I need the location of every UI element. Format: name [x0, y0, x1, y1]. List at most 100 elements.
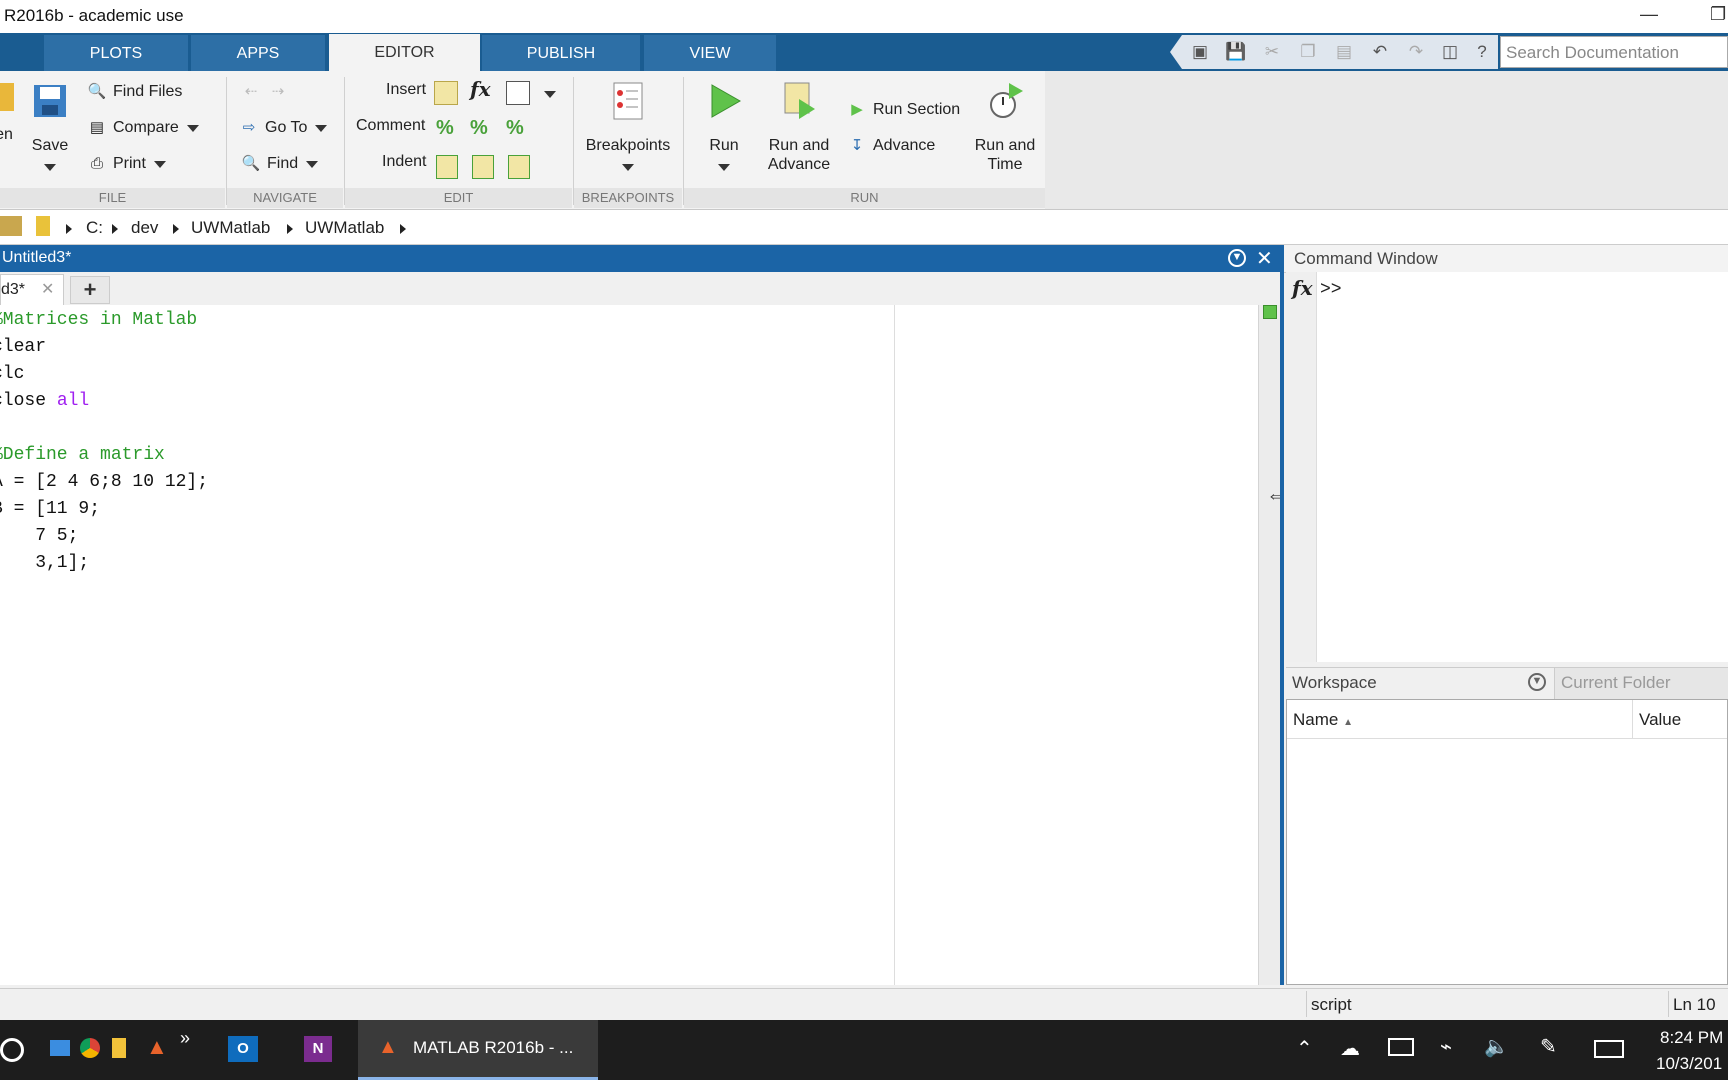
wrap-comment-icon[interactable]: % [506, 117, 524, 140]
insert-function-icon[interactable] [506, 81, 530, 105]
restore-icon[interactable]: ❐ [1710, 4, 1726, 25]
file-explorer-icon[interactable] [112, 1038, 126, 1058]
taskbar-matlab-item[interactable]: ▲ MATLAB R2016b - ... [358, 1020, 598, 1080]
minimize-icon[interactable]: — [1640, 4, 1658, 25]
chevron-down-icon[interactable] [718, 164, 730, 172]
cut-icon[interactable]: ✂ [1258, 38, 1286, 66]
code-editor[interactable]: %Matrices in Matlab clear clc close all %Def… [0, 305, 1258, 985]
chevron-down-icon[interactable] [306, 160, 319, 168]
run-section-button[interactable]: ▶ Run Section [846, 99, 960, 121]
window-layout-icon[interactable]: ◫ [1436, 38, 1464, 66]
desktop-icon[interactable] [50, 1040, 70, 1056]
column-header-name[interactable]: Name ▲ [1293, 710, 1353, 730]
current-folder-tab[interactable]: Current Folder [1554, 668, 1728, 699]
breadcrumb-item[interactable]: dev [131, 218, 158, 238]
insert-button[interactable]: Insert [386, 81, 426, 99]
run-button[interactable]: Run [694, 81, 754, 174]
search-documentation-input[interactable]: Search Documentation [1500, 36, 1728, 68]
back-arrow-icon[interactable]: ⇠ [240, 81, 262, 103]
smart-indent-icon[interactable] [436, 155, 458, 179]
advance-button[interactable]: ↧ Advance [846, 135, 936, 157]
matlab-pinned-icon[interactable]: ▲ [146, 1034, 168, 1060]
open-button[interactable]: en [0, 83, 16, 144]
tab-view[interactable]: VIEW [644, 35, 776, 71]
add-tab-button[interactable]: + [70, 276, 110, 304]
clock-date[interactable]: 10/3/201 [1656, 1054, 1722, 1074]
onenote-icon[interactable]: N [304, 1036, 332, 1062]
compare-button[interactable]: ▤ Compare [86, 117, 199, 139]
command-window[interactable] [1286, 272, 1728, 662]
volume-icon[interactable]: 🔈 [1484, 1034, 1509, 1059]
redo-icon[interactable]: ↷ [1402, 38, 1430, 66]
copy-icon[interactable]: ❐ [1294, 38, 1322, 66]
close-icon[interactable]: ✕ [1256, 246, 1273, 271]
editor-tab[interactable]: d3* ✕ [0, 274, 64, 305]
breadcrumb-separator[interactable] [112, 218, 118, 238]
column-divider[interactable] [1632, 700, 1633, 738]
clock-time[interactable]: 8:24 PM [1660, 1028, 1723, 1048]
comment-button[interactable]: Comment [356, 117, 425, 135]
breadcrumb-separator[interactable] [66, 218, 72, 238]
increase-indent-icon[interactable] [472, 155, 494, 179]
wifi-icon[interactable]: ⌁ [1440, 1034, 1452, 1059]
new-icon[interactable]: ▣ [1186, 38, 1214, 66]
indent-button[interactable]: Indent [382, 153, 426, 171]
editor-scrollbar[interactable] [1258, 305, 1281, 985]
overflow-chevron-icon[interactable]: » [180, 1028, 190, 1049]
panel-options-icon[interactable]: ▼ [1228, 249, 1246, 267]
breakpoints-button[interactable]: Breakpoints [580, 81, 676, 174]
breadcrumb-separator[interactable] [287, 218, 293, 238]
workspace-table[interactable]: Name ▲ Value [1286, 699, 1728, 985]
run-and-time-button[interactable]: Run and Time [970, 81, 1040, 174]
comment-icon[interactable]: % [436, 117, 454, 140]
tab-editor[interactable]: EDITOR [329, 34, 480, 71]
close-tab-icon[interactable]: ✕ [41, 279, 54, 299]
show-hidden-icons-icon[interactable]: ⌃ [1296, 1036, 1313, 1061]
chevron-down-icon[interactable] [315, 124, 328, 132]
go-to-button[interactable]: ⇨ Go To [238, 117, 328, 139]
fx-icon[interactable]: fx [1292, 276, 1313, 300]
onedrive-icon[interactable]: ☁ [1340, 1036, 1360, 1061]
chevron-down-icon[interactable] [544, 91, 556, 98]
chevron-down-icon[interactable] [44, 164, 56, 172]
up-folder-icon[interactable] [0, 216, 22, 236]
breadcrumb-item[interactable]: UWMatlab [191, 218, 270, 238]
forward-arrow-icon[interactable]: ⇢ [267, 81, 289, 103]
print-label: Print [113, 155, 146, 173]
uncomment-icon[interactable]: % [470, 117, 488, 140]
code-analyzer-status-icon[interactable] [1263, 305, 1277, 319]
chevron-down-icon[interactable] [186, 124, 199, 132]
pen-icon[interactable]: ✎ [1540, 1034, 1557, 1059]
fx-icon[interactable]: fx [470, 77, 491, 101]
panel-options-icon[interactable]: ▼ [1528, 673, 1546, 691]
find-button[interactable]: 🔍 Find [240, 153, 319, 175]
breadcrumb-separator[interactable] [173, 218, 179, 238]
tab-publish[interactable]: PUBLISH [482, 35, 640, 71]
run-and-advance-button[interactable]: Run and Advance [762, 81, 836, 174]
workspace-tab[interactable]: Workspace [1292, 673, 1377, 693]
chevron-down-icon[interactable] [622, 164, 634, 172]
keyboard-icon[interactable] [1594, 1040, 1624, 1058]
insert-section-icon[interactable] [434, 81, 458, 105]
chrome-icon[interactable] [80, 1038, 100, 1058]
print-button[interactable]: ⎙ Print [86, 153, 166, 175]
save-button[interactable]: Save [28, 81, 72, 174]
breadcrumb-item[interactable]: C: [86, 218, 103, 238]
find-files-button[interactable]: 🔍 Find Files [86, 81, 183, 103]
column-header-value[interactable]: Value [1639, 710, 1681, 730]
undo-icon[interactable]: ↶ [1366, 38, 1394, 66]
breadcrumb-item[interactable]: UWMatlab [305, 218, 384, 238]
tab-plots[interactable]: PLOTS [44, 35, 188, 71]
folder-icon[interactable] [36, 216, 50, 236]
paste-icon[interactable]: ▤ [1330, 38, 1358, 66]
save-icon[interactable]: 💾 [1222, 38, 1250, 66]
breadcrumb-separator[interactable] [400, 218, 406, 238]
cortana-icon[interactable] [0, 1038, 24, 1062]
outlook-icon[interactable]: O [228, 1036, 258, 1062]
tab-apps[interactable]: APPS [191, 35, 325, 71]
battery-icon[interactable] [1388, 1038, 1414, 1056]
chevron-down-icon[interactable] [153, 160, 166, 168]
decrease-indent-icon[interactable] [508, 155, 530, 179]
splitter[interactable] [1280, 245, 1284, 985]
help-icon[interactable]: ? [1468, 38, 1496, 66]
